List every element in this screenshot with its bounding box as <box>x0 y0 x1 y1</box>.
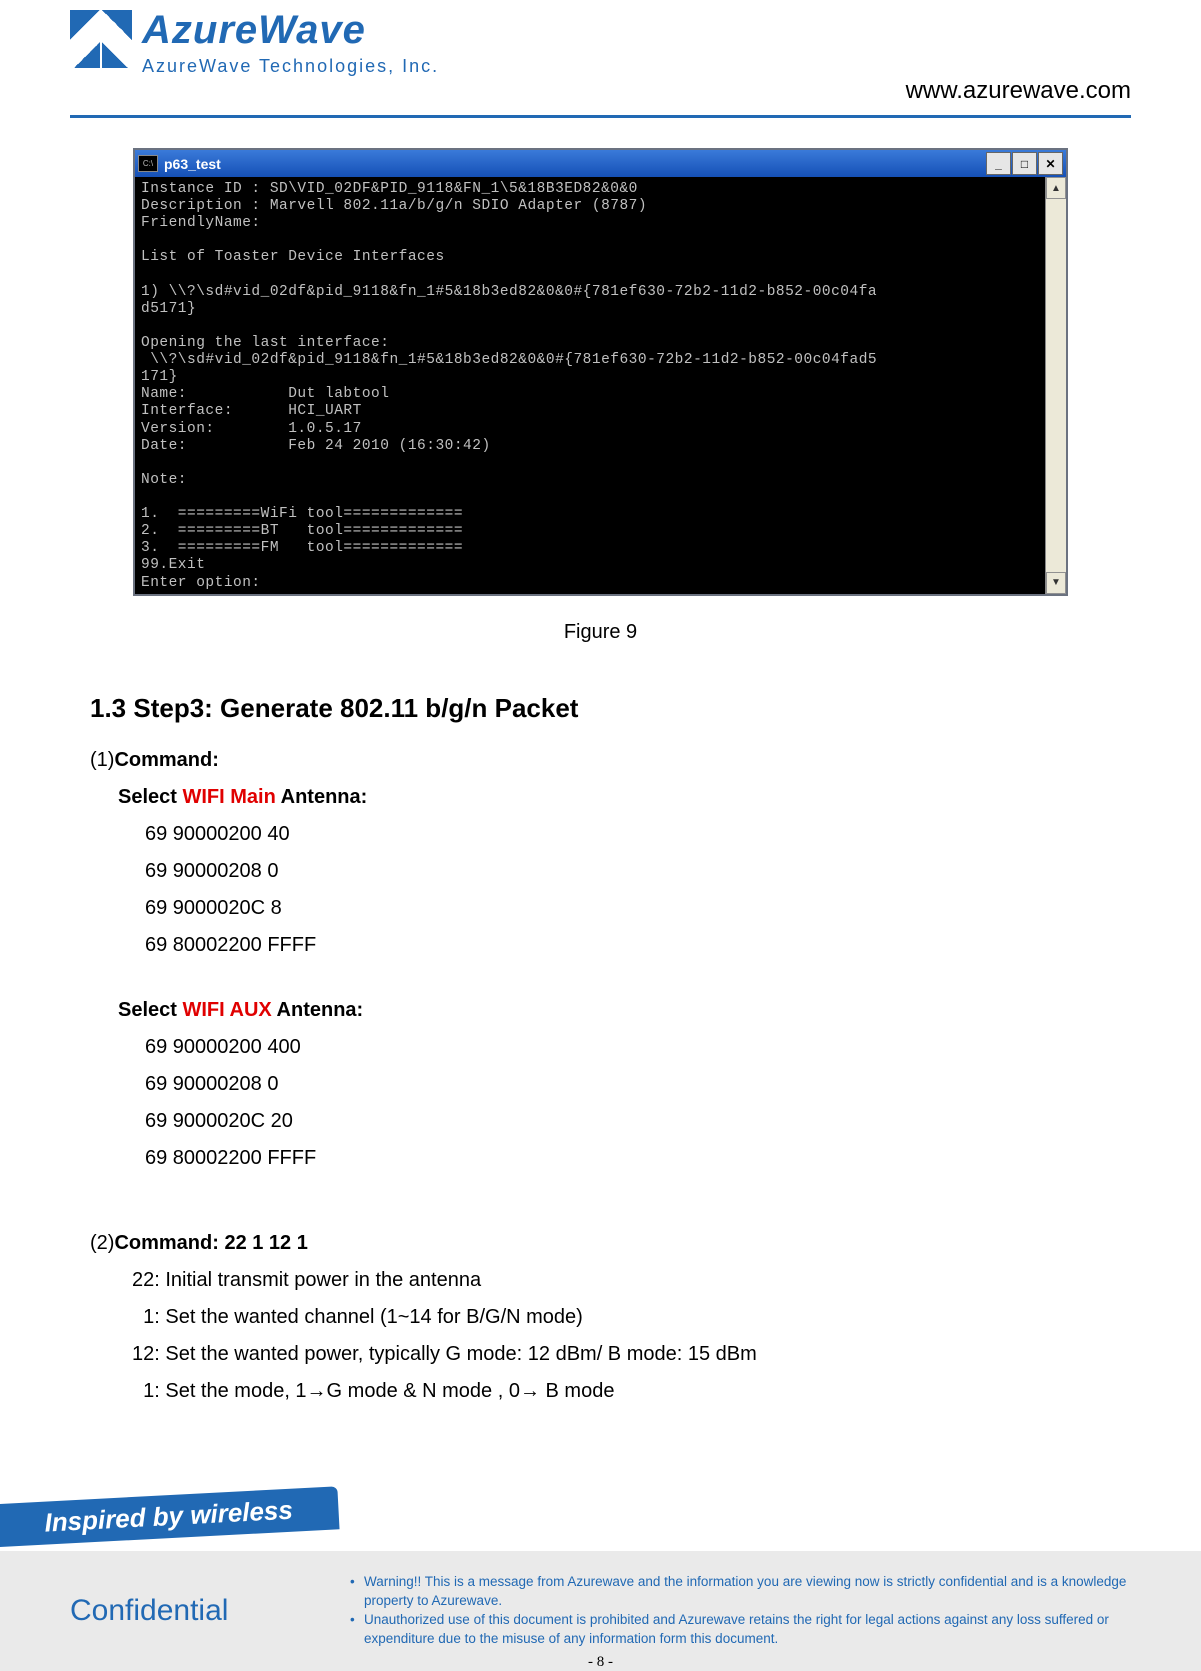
console-window: C:\ p63_test _ □ ✕ Instance ID : SD\VID_… <box>133 148 1068 596</box>
main-cmd-line: 69 90000208 0 <box>90 853 1111 890</box>
logo-title: AzureWave <box>142 10 439 50</box>
logo: AzureWave AzureWave Technologies, Inc. <box>70 10 439 77</box>
aux-cmd-line: 69 90000208 0 <box>90 1066 1111 1103</box>
maximize-button[interactable]: □ <box>1012 152 1037 175</box>
cmd2-desc: 1: Set the wanted channel (1~14 for B/G/… <box>90 1299 1111 1336</box>
tagline: Inspired by wireless <box>0 1486 340 1547</box>
section-heading: 1.3 Step3: Generate 802.11 b/g/n Packet <box>90 684 1111 732</box>
window-title-bar: C:\ p63_test _ □ ✕ <box>135 150 1066 177</box>
footer-warnings: •Warning!! This is a message from Azurew… <box>350 1573 1201 1649</box>
select-aux-antenna: Select WIFI AUX Antenna: <box>90 992 1111 1029</box>
main-cmd-line: 69 90000200 40 <box>90 816 1111 853</box>
warning-1: Warning!! This is a message from Azurewa… <box>364 1573 1151 1611</box>
figure-caption: Figure 9 <box>0 621 1201 644</box>
header-url: www.azurewave.com <box>906 77 1131 105</box>
minimize-button[interactable]: _ <box>986 152 1011 175</box>
page-header: AzureWave AzureWave Technologies, Inc. w… <box>70 0 1131 118</box>
aux-cmd-line: 69 9000020C 20 <box>90 1103 1111 1140</box>
confidential-label: Confidential <box>0 1594 350 1628</box>
document-body: 1.3 Step3: Generate 802.11 b/g/n Packet … <box>90 684 1111 1410</box>
select-main-antenna: Select WIFI Main Antenna: <box>90 779 1111 816</box>
cmd-icon: C:\ <box>138 155 158 172</box>
window-title: p63_test <box>164 156 221 172</box>
close-button[interactable]: ✕ <box>1038 152 1063 175</box>
scroll-up-icon[interactable]: ▲ <box>1046 177 1066 199</box>
aux-cmd-line: 69 90000200 400 <box>90 1029 1111 1066</box>
main-cmd-line: 69 9000020C 8 <box>90 890 1111 927</box>
main-cmd-line: 69 80002200 FFFF <box>90 927 1111 964</box>
logo-subtitle: AzureWave Technologies, Inc. <box>142 56 439 77</box>
command-2-label: (2)Command: 22 1 12 1 <box>90 1225 1111 1262</box>
command-1-label: (1)Command: <box>90 742 1111 779</box>
aux-cmd-line: 69 80002200 FFFF <box>90 1140 1111 1177</box>
page-footer: Inspired by wireless Confidential •Warni… <box>0 1496 1201 1671</box>
cmd2-desc: 1: Set the mode, 1→G mode & N mode , 0→ … <box>90 1373 1111 1410</box>
cmd2-desc: 12: Set the wanted power, typically G mo… <box>90 1336 1111 1373</box>
logo-icon <box>70 10 132 68</box>
cmd2-desc: 22: Initial transmit power in the antenn… <box>90 1262 1111 1299</box>
console-output: Instance ID : SD\VID_02DF&PID_9118&FN_1\… <box>135 177 1045 594</box>
scroll-down-icon[interactable]: ▼ <box>1046 572 1066 594</box>
page-number: - 8 - <box>0 1654 1201 1671</box>
warning-2: Unauthorized use of this document is pro… <box>364 1611 1151 1649</box>
scrollbar[interactable]: ▲ ▼ <box>1045 177 1066 594</box>
